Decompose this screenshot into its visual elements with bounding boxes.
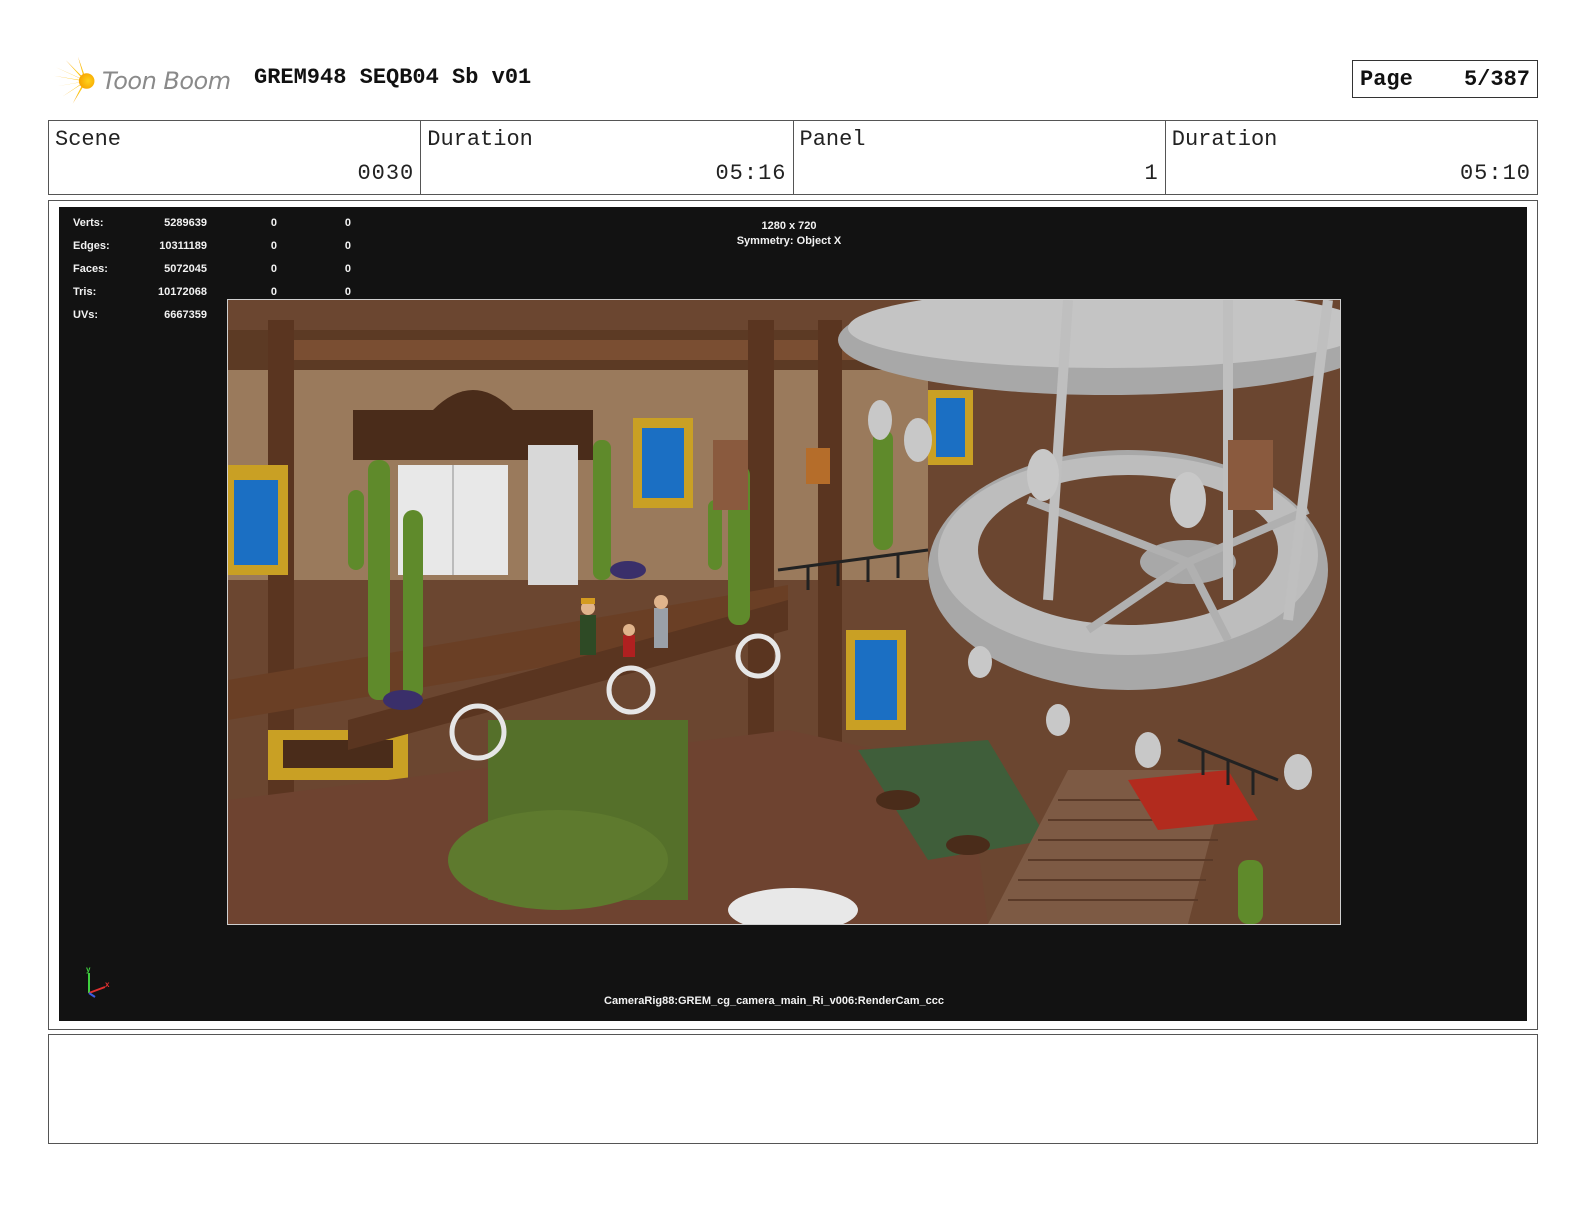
panel-duration-cell: Duration 05:10: [1166, 121, 1537, 194]
storyboard-header: Toon Boom GREM948 SEQB04 Sb v01 Page 5/3…: [50, 52, 1538, 108]
toon-boom-logo: Toon Boom: [52, 54, 242, 108]
page-indicator: Page 5/387: [1352, 60, 1538, 98]
symmetry-text: Symmetry: Object X: [736, 235, 842, 247]
resolution-text: 1280 x 720: [761, 220, 817, 232]
stat-row-faces: Faces: 5072045 0 0: [73, 262, 351, 275]
scene-label: Scene: [55, 127, 122, 152]
scene-duration-value: 05:16: [715, 161, 787, 186]
scene-value: 0030: [357, 161, 415, 186]
axis-y-label: y: [86, 965, 91, 974]
document-title: GREM948 SEQB04 Sb v01: [254, 65, 532, 90]
panel-duration-label: Duration: [1171, 127, 1278, 152]
panel-image-frame: Verts: 5289639 0 0 Edges: 10311189 0 0 F…: [48, 200, 1538, 1030]
page-label: Page: [1360, 66, 1413, 92]
stat-row-edges: Edges: 10311189 0 0: [73, 239, 351, 252]
scene-duration-cell: Duration 05:16: [421, 121, 794, 194]
panel-value: 1: [1144, 161, 1159, 186]
scene-render: [227, 285, 1378, 932]
page-number: 5/387: [1463, 66, 1530, 92]
maya-viewport: Verts: 5289639 0 0 Edges: 10311189 0 0 F…: [59, 207, 1527, 1021]
panel-label: Panel: [799, 127, 866, 152]
axis-x-label: x: [105, 980, 110, 989]
stat-row-verts: Verts: 5289639 0 0: [73, 216, 351, 229]
scene-cell: Scene 0030: [49, 121, 422, 194]
panel-info-row: Scene 0030 Duration 05:16 Panel 1 Durati…: [48, 120, 1538, 195]
camera-name: CameraRig88:GREM_cg_camera_main_Ri_v006:…: [604, 995, 944, 1007]
resolution-hud: 1280 x 720 Symmetry: Object X: [659, 219, 919, 249]
sunburst-icon: [53, 56, 95, 104]
panel-notes-box: [48, 1034, 1538, 1144]
panel-duration-value: 05:10: [1459, 161, 1531, 186]
scene-duration-label: Duration: [427, 127, 533, 152]
saloon-interior-illustration: [228, 285, 1378, 932]
logo-text: Toon Boom: [102, 67, 231, 95]
panel-cell: Panel 1: [794, 121, 1166, 194]
